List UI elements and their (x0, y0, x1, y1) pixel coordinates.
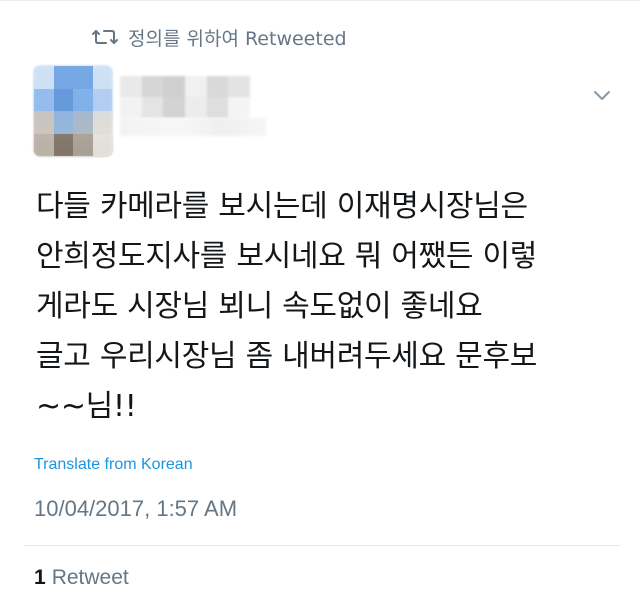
retweet-stats[interactable]: 1 Retweet (34, 566, 129, 590)
top-border (0, 0, 640, 1)
retweet-context-text: 정의를 위하여 Retweeted (128, 27, 347, 50)
tweet-timestamp[interactable]: 10/04/2017, 1:57 AM (34, 496, 237, 522)
tweet-text-line: ~~님!! (36, 389, 137, 424)
author-handle-redacted (120, 118, 266, 136)
tweet-text-line: 다들 카메라를 보시는데 이재명시장님은 (36, 189, 528, 224)
retweet-context[interactable]: 정의를 위하여 Retweeted (92, 24, 347, 50)
retweet-count: 1 (34, 566, 46, 589)
author-name-redacted[interactable] (120, 76, 250, 118)
retweet-label: Retweet (51, 566, 129, 589)
tweet-text-line: 안희정도지사를 보시네요 뭐 어쨌든 이렇 (36, 239, 538, 274)
divider (24, 545, 620, 546)
retweet-icon (92, 30, 118, 44)
tweet-text: 다들 카메라를 보시는데 이재명시장님은 안희정도지사를 보시네요 뭐 어쨌든 … (36, 182, 616, 432)
avatar-pixelation (34, 66, 112, 156)
translate-link[interactable]: Translate from Korean (34, 456, 193, 474)
chevron-down-icon[interactable] (592, 88, 612, 102)
tweet-text-line: 게라도 시장님 뵈니 속도없이 좋네요 (36, 289, 483, 324)
tweet-text-line: 글고 우리시장님 좀 내버려두세요 문후보 (36, 339, 538, 374)
